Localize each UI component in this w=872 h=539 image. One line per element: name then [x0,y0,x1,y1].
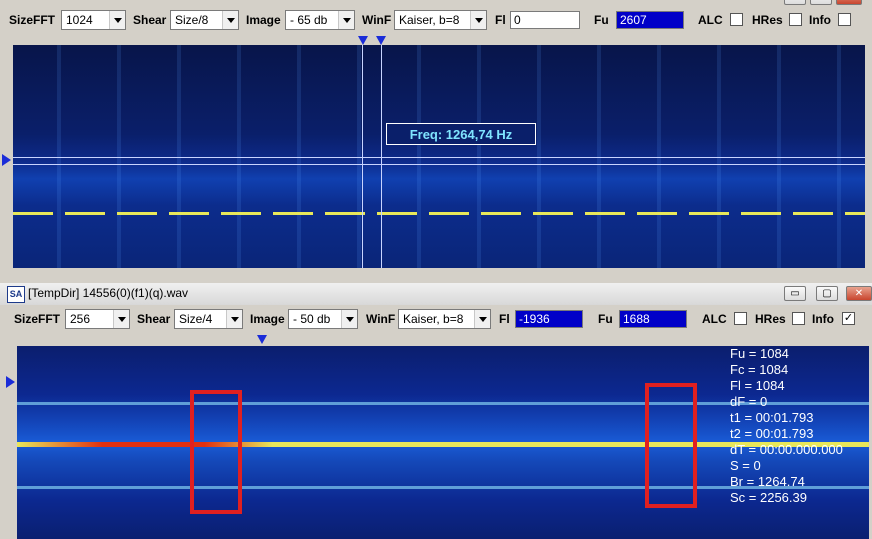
close-button[interactable]: ✕ [846,286,872,301]
winf-value: Kaiser, b=8 [403,312,464,326]
alc-checkbox[interactable] [734,312,747,325]
chevron-down-icon [226,310,242,328]
toolbar-1: SizeFFT 1024 Shear Size/8 Image - 65 db … [0,9,872,33]
readout-br: Br = 1264.74 [730,474,805,489]
image-value: - 65 db [290,13,328,27]
highlight-box-1 [190,390,242,514]
readout-df: dF = 0 [730,394,768,409]
readout-s: S = 0 [730,458,761,473]
cursor-marker-left-icon[interactable] [358,36,368,45]
maximize-button-1[interactable] [810,0,832,5]
spectrogram-display-1[interactable]: Freq: 1264,74 Hz [13,45,865,268]
hres-label: HRes [752,13,783,27]
shear-select[interactable]: Size/8 [170,10,239,30]
alc-label: ALC [698,13,723,27]
hres-checkbox[interactable] [792,312,805,325]
sizefft-value: 256 [70,312,91,326]
fl-label: Fl [495,13,506,27]
frequency-marker-icon[interactable] [6,376,15,388]
sizefft-label: SizeFFT [9,13,56,27]
image-select[interactable]: - 50 db [288,309,358,329]
readout-t2: t2 = 00:01.793 [730,426,814,441]
hres-checkbox[interactable] [789,13,802,26]
winf-select[interactable]: Kaiser, b=8 [394,10,487,30]
readout-fc: Fc = 1084 [730,362,789,377]
app-icon: SA [7,286,25,303]
sizefft-value: 1024 [66,13,93,27]
frequency-marker-icon[interactable] [2,154,11,166]
window-title: [TempDir] 14556(0)(f1)(q).wav [28,286,189,300]
image-value: - 50 db [293,312,331,326]
tone-trace [13,212,865,215]
fu-field[interactable]: 2607 [616,11,684,29]
spectrogram-window-1: SizeFFT 1024 Shear Size/8 Image - 65 db … [0,0,872,274]
spectrogram-display-2[interactable]: Fu = 1084 Fc = 1084 Fl = 1084 dF = 0 t1 … [17,346,869,539]
info-label: Info [809,13,831,27]
spectrogram-window-2: SA [TempDir] 14556(0)(f1)(q).wav ▭ ▢ ✕ S… [0,283,872,539]
hres-label: HRes [755,312,786,326]
close-button-1[interactable] [836,0,862,5]
toolbar-2: SizeFFT 256 Shear Size/4 Image - 50 db W… [0,308,872,332]
frequency-cursor-line-2 [13,164,865,165]
chevron-down-icon [341,310,357,328]
shear-value: Size/4 [179,312,213,326]
chevron-down-icon [470,11,486,29]
readout-sc: Sc = 2256.39 [730,490,807,505]
frequency-cursor-line [13,157,865,158]
alc-label: ALC [702,312,727,326]
chevron-down-icon [338,11,354,29]
shear-select[interactable]: Size/4 [174,309,243,329]
chevron-down-icon [113,310,129,328]
time-cursor-line-2 [381,45,382,268]
chevron-down-icon [109,11,125,29]
image-select[interactable]: - 65 db [285,10,355,30]
sizefft-label: SizeFFT [14,312,61,326]
fl-field[interactable]: 0 [510,11,580,29]
shear-label: Shear [133,13,167,27]
sizefft-select[interactable]: 256 [65,309,130,329]
shear-value: Size/8 [175,13,209,27]
shear-label: Shear [137,312,171,326]
minimize-button[interactable]: ▭ [784,286,806,301]
alc-checkbox[interactable] [730,13,743,26]
winf-value: Kaiser, b=8 [399,13,460,27]
fl-label: Fl [499,312,510,326]
highlight-box-2 [645,383,697,508]
info-checkbox[interactable]: ✓ [842,312,855,325]
fl-field[interactable]: -1936 [515,310,583,328]
title-bar[interactable]: SA [TempDir] 14556(0)(f1)(q).wav ▭ ▢ ✕ [0,283,872,305]
winf-label: WinF [362,13,392,27]
readout-fl: Fl = 1084 [730,378,785,393]
fu-label: Fu [598,312,613,326]
readout-t1: t1 = 00:01.793 [730,410,814,425]
time-cursor-line-1 [362,45,363,268]
cursor-marker-icon[interactable] [257,335,267,344]
cursor-marker-right-icon[interactable] [376,36,386,45]
image-label: Image [250,312,285,326]
winf-select[interactable]: Kaiser, b=8 [398,309,491,329]
readout-dt: dT = 00:00.000.000 [730,442,843,457]
info-checkbox[interactable] [838,13,851,26]
fu-label: Fu [594,13,609,27]
chevron-down-icon [474,310,490,328]
readout-fu: Fu = 1084 [730,346,789,361]
frequency-readout-label: Freq: 1264,74 Hz [386,123,536,145]
sizefft-select[interactable]: 1024 [61,10,126,30]
image-label: Image [246,13,281,27]
fu-field[interactable]: 1688 [619,310,687,328]
maximize-button[interactable]: ▢ [816,286,838,301]
measurement-readout: Fu = 1084 Fc = 1084 Fl = 1084 dF = 0 t1 … [730,346,843,506]
minimize-button-1[interactable] [784,0,806,5]
winf-label: WinF [366,312,396,326]
info-label: Info [812,312,834,326]
chevron-down-icon [222,11,238,29]
